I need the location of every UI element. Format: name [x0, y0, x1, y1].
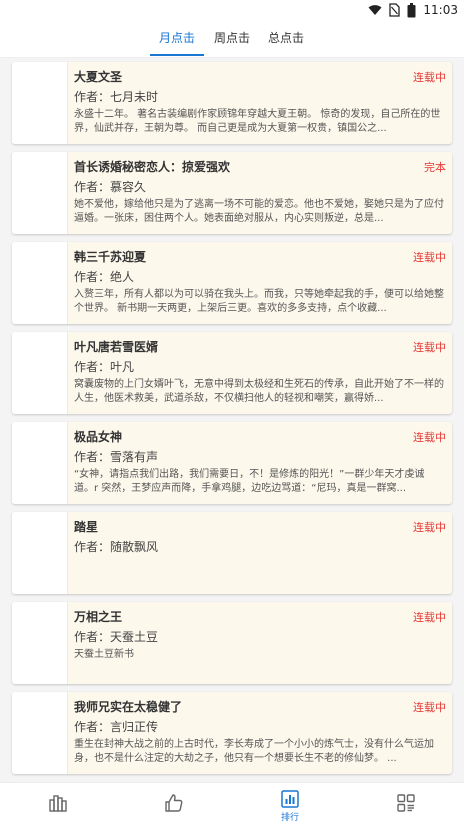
book-author: 作者：天蚕土豆 [74, 630, 159, 644]
book-title: 叶凡唐若雪医婿 [74, 340, 159, 354]
nav-category[interactable] [348, 783, 464, 826]
book-author: 作者：雪落有声 [74, 450, 159, 464]
bar-chart-icon [281, 790, 299, 808]
book-card[interactable]: 万相之王 连载中 作者：天蚕土豆 天蚕土豆新书 [12, 602, 452, 684]
book-description: 她不爱他，嫁给他只是为了逃离一场不可能的爱恋。他也不爱她，娶她只是为了应付逼婚。… [74, 199, 444, 224]
book-cover [12, 152, 68, 234]
book-card[interactable]: 叶凡唐若雪医婿 连载中 作者：叶凡 窝囊废物的上门女婿叶飞，无意中得到太极经和生… [12, 332, 452, 414]
book-card[interactable]: 极品女神 连载中 作者：雪落有声 “女神，请指点我们出路，我们需要日，不！是修炼… [12, 422, 452, 504]
tab-weekly-clicks[interactable]: 周点击 [206, 20, 258, 58]
sim-no-signal-icon [389, 3, 401, 17]
status-icons: 11:03 [368, 2, 458, 18]
book-cover [12, 332, 68, 414]
nav-recommend[interactable] [116, 783, 232, 826]
book-cover [12, 242, 68, 324]
book-status-badge: 完本 [424, 161, 446, 174]
tab-total-clicks[interactable]: 总点击 [260, 20, 312, 58]
ranking-tabs: 月点击 周点击 总点击 [0, 20, 464, 58]
book-author: 作者：绝人 [74, 270, 135, 284]
nav-bookshelf[interactable] [0, 783, 116, 826]
book-cover [12, 602, 68, 684]
book-status-badge: 连载中 [413, 521, 446, 534]
nav-ranking[interactable]: 排行 [232, 783, 348, 826]
book-author: 作者：七月未时 [74, 90, 159, 104]
book-status-badge: 连载中 [413, 431, 446, 444]
book-status-badge: 连载中 [413, 71, 446, 84]
thumbs-up-icon [165, 794, 183, 812]
category-grid-icon [397, 794, 415, 812]
book-author: 作者：随散飘风 [74, 540, 159, 554]
book-description: 重生在封神大战之前的上古时代，李长寿成了一个小小的炼气士，没有什么气运加身，也不… [74, 739, 434, 764]
tab-monthly-clicks[interactable]: 月点击 [150, 20, 204, 58]
status-bar: 11:03 [0, 0, 464, 20]
book-title: 万相之王 [74, 610, 123, 624]
battery-icon [407, 2, 416, 17]
book-card[interactable]: 首长诱婚秘密恋人：掠爱强欢 完本 作者：慕容久 她不爱他，嫁给他只是为了逃离一场… [12, 152, 452, 234]
book-description: “女神，请指点我们出路，我们需要日，不！是修炼的阳光！”一群少年天才虔诚道。r … [74, 469, 425, 494]
book-cover [12, 692, 68, 774]
book-status-badge: 连载中 [413, 251, 446, 264]
book-status-badge: 连载中 [413, 701, 446, 714]
bookshelf-icon [49, 795, 67, 812]
book-list[interactable]: 大夏文圣 连载中 作者：七月未时 永盛十二年。 著名古装编剧作家顾锦年穿越大夏王… [0, 58, 464, 782]
book-cover [12, 422, 68, 504]
book-title: 韩三千苏迎夏 [74, 250, 147, 264]
book-card[interactable]: 韩三千苏迎夏 连载中 作者：绝人 入赘三年，所有人都以为可以骑在我头上。而我，只… [12, 242, 452, 324]
bottom-nav: 排行 [0, 782, 464, 826]
book-author: 作者：叶凡 [74, 360, 135, 374]
nav-ranking-label: 排行 [280, 813, 299, 823]
book-title: 踏星 [74, 520, 99, 534]
book-author: 作者：慕容久 [74, 180, 147, 194]
status-time: 11:03 [423, 3, 458, 17]
book-description: 窝囊废物的上门女婿叶飞，无意中得到太极经和生死石的传承，自此开始了不一样的人生，… [74, 379, 444, 404]
book-title: 首长诱婚秘密恋人：掠爱强欢 [74, 160, 231, 174]
book-cover [12, 62, 68, 144]
book-title: 极品女神 [74, 430, 123, 444]
book-status-badge: 连载中 [413, 341, 446, 354]
book-description: 天蚕土豆新书 [74, 649, 134, 660]
book-status-badge: 连载中 [413, 611, 446, 624]
book-card[interactable]: 我师兄实在太稳健了 连载中 作者：言归正传 重生在封神大战之前的上古时代，李长寿… [12, 692, 452, 774]
book-cover [12, 512, 68, 594]
book-card[interactable]: 大夏文圣 连载中 作者：七月未时 永盛十二年。 著名古装编剧作家顾锦年穿越大夏王… [12, 62, 452, 144]
book-title: 我师兄实在太稳健了 [74, 700, 183, 714]
wifi-icon [368, 5, 382, 15]
book-title: 大夏文圣 [74, 70, 123, 84]
book-card[interactable]: 踏星 连载中 作者：随散飘风 [12, 512, 452, 594]
book-author: 作者：言归正传 [74, 720, 159, 734]
book-description: 入赘三年，所有人都以为可以骑在我头上。而我，只等她牵起我的手，便可以给她整个世界… [74, 289, 444, 314]
active-tab-indicator [150, 54, 204, 56]
book-description: 永盛十二年。 著名古装编剧作家顾锦年穿越大夏王朝。 惊奇的发现，自己所在的世界，… [74, 109, 441, 134]
